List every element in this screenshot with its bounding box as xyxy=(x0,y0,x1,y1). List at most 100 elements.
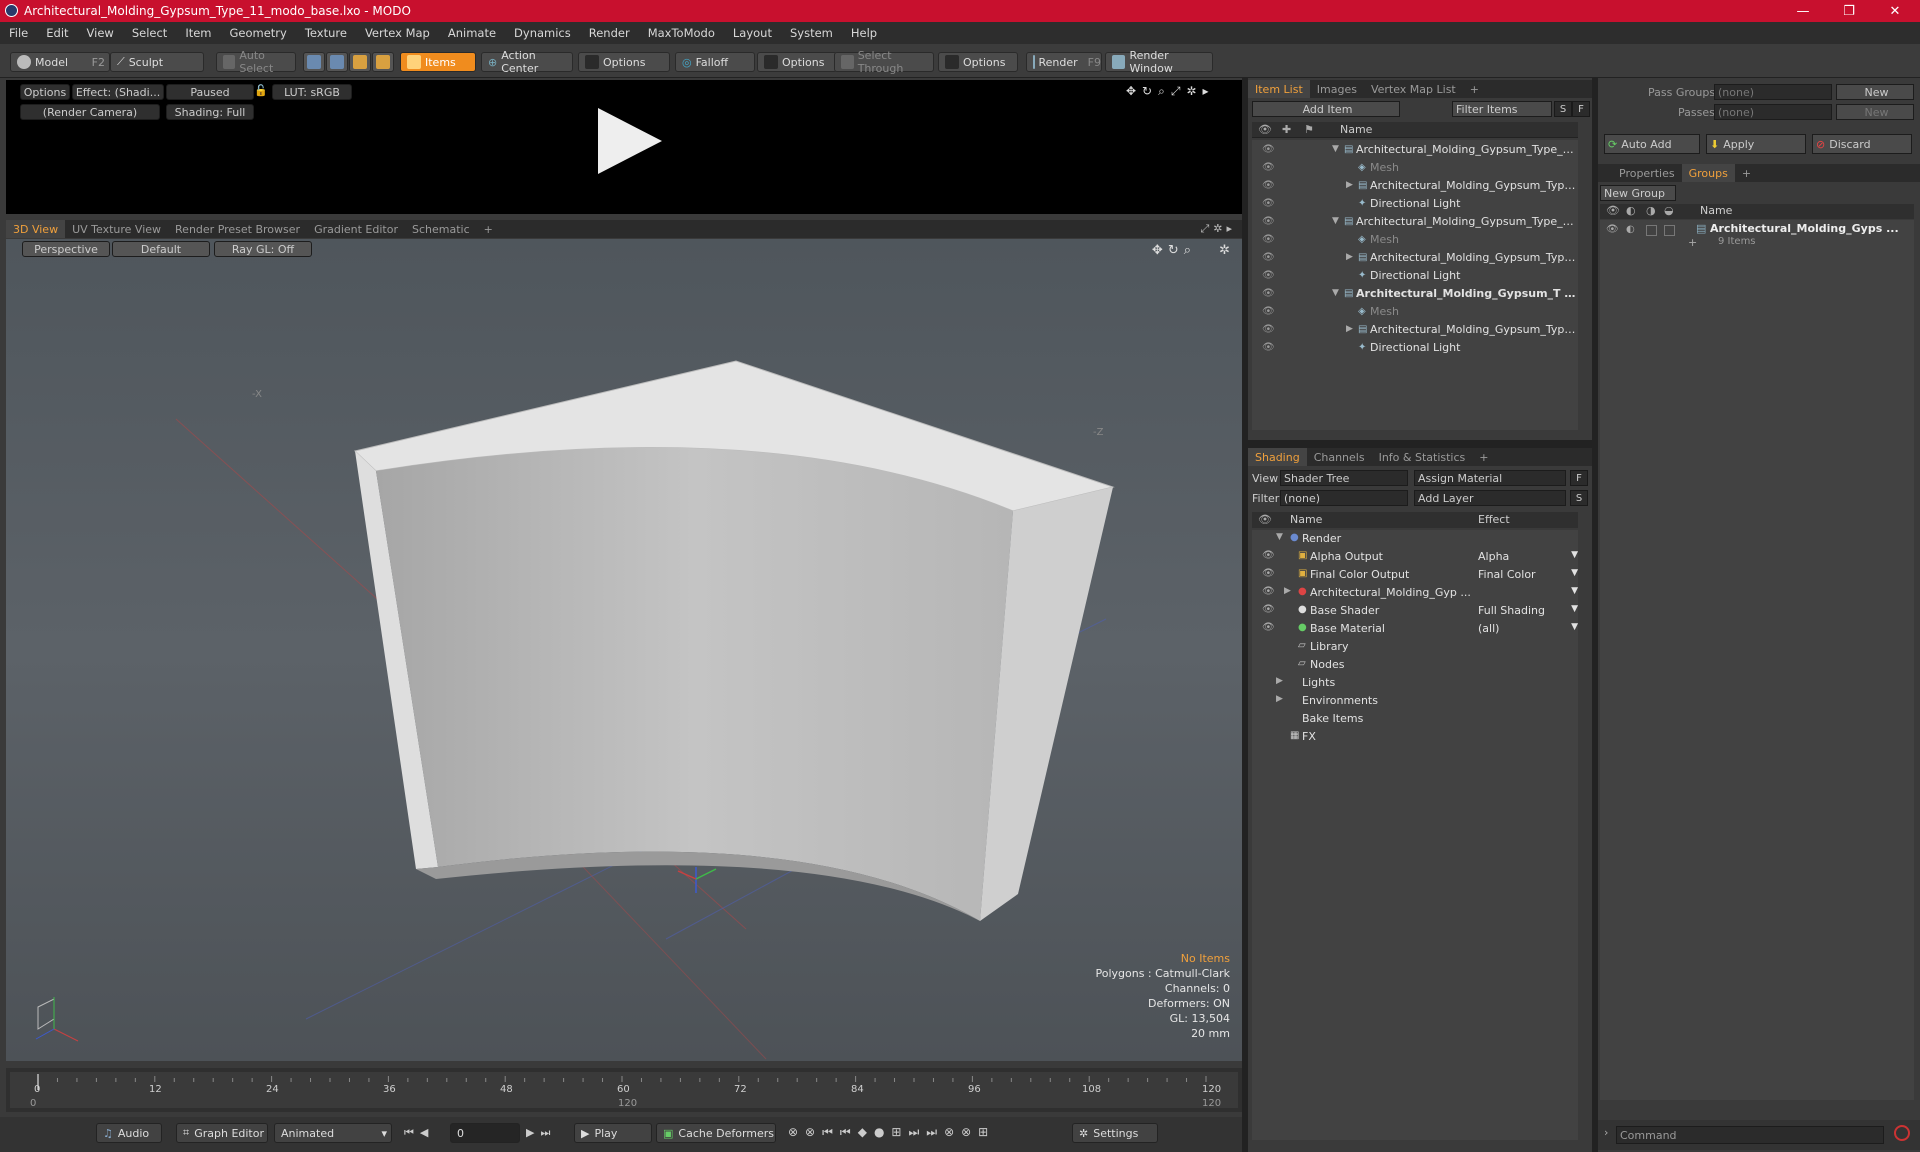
preview-shading-dropdown[interactable]: Shading: Full xyxy=(166,104,254,120)
name-column-header[interactable]: Name xyxy=(1290,513,1322,526)
animated-dropdown[interactable]: Animated ▾ xyxy=(274,1123,392,1143)
lock-icon[interactable]: 🔓 xyxy=(254,84,268,97)
filter-f-toggle[interactable]: F xyxy=(1572,101,1590,117)
visibility-icon[interactable]: 👁 xyxy=(1262,162,1275,173)
tab-shading[interactable]: Shading xyxy=(1248,448,1307,466)
add-tab-button[interactable]: + xyxy=(1472,448,1495,466)
graph-editor-button[interactable]: ⌗ Graph Editor xyxy=(176,1123,268,1143)
effect-dropdown[interactable]: Alpha ▼ xyxy=(1478,550,1582,563)
effect-dropdown[interactable]: (all) ▼ xyxy=(1478,622,1582,635)
visibility-icon[interactable]: 👁 xyxy=(1262,550,1275,561)
shader-row[interactable]: ▱ Nodes xyxy=(1252,656,1582,674)
name-column-header[interactable]: Name xyxy=(1340,123,1372,136)
timeline[interactable]: 0 12 24 36 48 60 72 84 96 108 120 0 120 … xyxy=(6,1068,1242,1112)
visibility-icon[interactable]: 👁 xyxy=(1262,568,1275,579)
filter-items-field[interactable]: Filter Items xyxy=(1452,101,1552,117)
menu-texture[interactable]: Texture xyxy=(296,26,356,40)
shader-row[interactable]: 👁 ▣ Alpha Output Alpha ▼ xyxy=(1252,548,1582,566)
tab-vertex-map-list[interactable]: Vertex Map List xyxy=(1364,80,1463,98)
add-layer-dropdown[interactable]: Add Layer xyxy=(1414,490,1566,506)
polygons-mode-button[interactable] xyxy=(349,52,371,72)
render-button[interactable]: Render F9 xyxy=(1026,52,1102,72)
vertices-mode-button[interactable] xyxy=(303,52,325,72)
visibility-icon[interactable]: 👁 xyxy=(1262,324,1275,335)
tab-properties[interactable]: Properties xyxy=(1612,164,1682,182)
menu-item[interactable]: Item xyxy=(176,26,220,40)
menu-system[interactable]: System xyxy=(781,26,842,40)
lock-checkbox[interactable] xyxy=(1646,225,1657,236)
visibility-icon[interactable]: 👁 xyxy=(1262,216,1275,227)
visibility-icon[interactable]: 👁 xyxy=(1262,604,1275,615)
assign-material-dropdown[interactable]: Assign Material xyxy=(1414,470,1566,486)
shading-f-toggle[interactable]: F xyxy=(1570,470,1588,486)
render-toggle-icon[interactable]: ◐ xyxy=(1626,224,1635,235)
menu-edit[interactable]: Edit xyxy=(37,26,77,40)
add-tab-button[interactable]: + xyxy=(1735,164,1758,182)
shader-row[interactable]: ▶ Environments xyxy=(1252,692,1582,710)
visibility-icon[interactable]: 👁 xyxy=(1262,306,1275,317)
command-input[interactable]: Command xyxy=(1616,1126,1884,1144)
3d-viewport[interactable]: Perspective Default Ray GL: Off ✥↻⌕ ✲ -X… xyxy=(6,239,1242,1061)
add-tab-button[interactable]: + xyxy=(1463,80,1486,98)
visibility-icon[interactable]: 👁 xyxy=(1262,144,1275,155)
tab-3d-view[interactable]: 3D View xyxy=(6,220,66,238)
select-checkbox[interactable] xyxy=(1664,225,1675,236)
new-pass-button[interactable]: New xyxy=(1836,104,1914,120)
panel-divider[interactable] xyxy=(1242,78,1248,1152)
item-row[interactable]: 👁 ▶ ▤ Architectural_Molding_Gypsum_Type_ ..… xyxy=(1252,176,1582,194)
select-through-options-button[interactable]: Options xyxy=(938,52,1018,72)
visibility-icon[interactable]: 👁 xyxy=(1262,270,1275,281)
menu-geometry[interactable]: Geometry xyxy=(221,26,296,40)
falloff-button[interactable]: ◎ Falloff xyxy=(675,52,755,72)
shading-s-toggle[interactable]: S xyxy=(1570,490,1588,506)
falloff-options-button[interactable]: Options xyxy=(757,52,837,72)
passes-dropdown[interactable]: (none) xyxy=(1714,104,1832,120)
panel-options-icons[interactable]: ⤢✲▸ xyxy=(1200,222,1236,236)
preview-nav-icons[interactable]: ✥↻⌕⤢✲▸ xyxy=(1126,84,1215,99)
rewind-icons[interactable]: ⏮◀ xyxy=(404,1126,434,1140)
record-icon[interactable] xyxy=(1894,1125,1910,1141)
auto-select-button[interactable]: Auto Select xyxy=(216,49,296,75)
chevron-down-icon[interactable]: ▼ xyxy=(1276,532,1283,542)
pass-groups-dropdown[interactable]: (none) xyxy=(1714,84,1832,100)
item-row[interactable]: 👁 ▶ ▤ Architectural_Molding_Gypsum_Type_ ..… xyxy=(1252,320,1582,338)
panel-divider[interactable] xyxy=(1248,440,1592,448)
maximize-button[interactable]: ❐ xyxy=(1826,0,1872,22)
effect-dropdown[interactable]: Final Color ▼ xyxy=(1478,568,1582,581)
visibility-icon[interactable]: 👁 xyxy=(1262,180,1275,191)
visibility-icon[interactable]: 👁 xyxy=(1262,586,1275,597)
expand-icon[interactable]: + xyxy=(1688,236,1697,249)
shader-row[interactable]: 👁 ● Base Shader Full Shading ▼ xyxy=(1252,602,1582,620)
visibility-icon[interactable]: 👁 xyxy=(1262,198,1275,209)
auto-add-button[interactable]: ⟳ Auto Add xyxy=(1604,134,1700,154)
sculpt-mode-button[interactable]: ⟋ Sculpt xyxy=(110,52,204,72)
item-row[interactable]: 👁 ▶ ▤ Architectural_Molding_Gypsum_Type_ ..… xyxy=(1252,248,1582,266)
tab-item-list[interactable]: Item List xyxy=(1248,80,1310,98)
preview-paused-button[interactable]: Paused xyxy=(166,84,254,100)
visibility-icon[interactable]: 👁 xyxy=(1262,622,1275,633)
audio-button[interactable]: ♫ Audio xyxy=(96,1123,162,1143)
action-center-button[interactable]: ⊕ Action Center xyxy=(481,49,573,75)
tab-info-statistics[interactable]: Info & Statistics xyxy=(1372,448,1473,466)
shader-row[interactable]: 👁 ▶ ● Architectural_Molding_Gyp ... ▼ xyxy=(1252,584,1582,602)
tab-schematic[interactable]: Schematic xyxy=(405,220,477,238)
visibility-icon[interactable]: 👁 xyxy=(1262,252,1275,263)
apply-button[interactable]: ⬇ Apply xyxy=(1706,134,1806,154)
item-row[interactable]: 👁 ✦ Directional Light xyxy=(1252,194,1582,212)
effect-column-header[interactable]: Effect xyxy=(1478,513,1510,526)
new-pass-group-button[interactable]: New xyxy=(1836,84,1914,100)
visibility-icon[interactable]: 👁 xyxy=(1262,234,1275,245)
menu-view[interactable]: View xyxy=(78,26,123,40)
add-item-dropdown[interactable]: Add Item xyxy=(1252,101,1400,117)
shader-row[interactable]: ▱ Library xyxy=(1252,638,1582,656)
new-group-button[interactable]: New Group xyxy=(1600,185,1676,201)
item-row[interactable]: 👁 ▼ ▤ Architectural_Molding_Gypsum_Type_10 … xyxy=(1252,212,1582,230)
group-row[interactable]: 👁 ◐ + ▤ Architectural_Molding_Gyps ... 9… xyxy=(1600,222,1914,252)
panel-divider[interactable] xyxy=(1592,78,1598,1152)
chevron-right-icon[interactable]: ▶ xyxy=(1346,324,1353,334)
tab-images[interactable]: Images xyxy=(1310,80,1364,98)
tab-channels[interactable]: Channels xyxy=(1307,448,1372,466)
preview-lut-dropdown[interactable]: LUT: sRGB xyxy=(272,84,352,100)
visibility-icon[interactable]: 👁 xyxy=(1606,224,1619,235)
menu-maxtomodo[interactable]: MaxToModo xyxy=(639,26,724,40)
